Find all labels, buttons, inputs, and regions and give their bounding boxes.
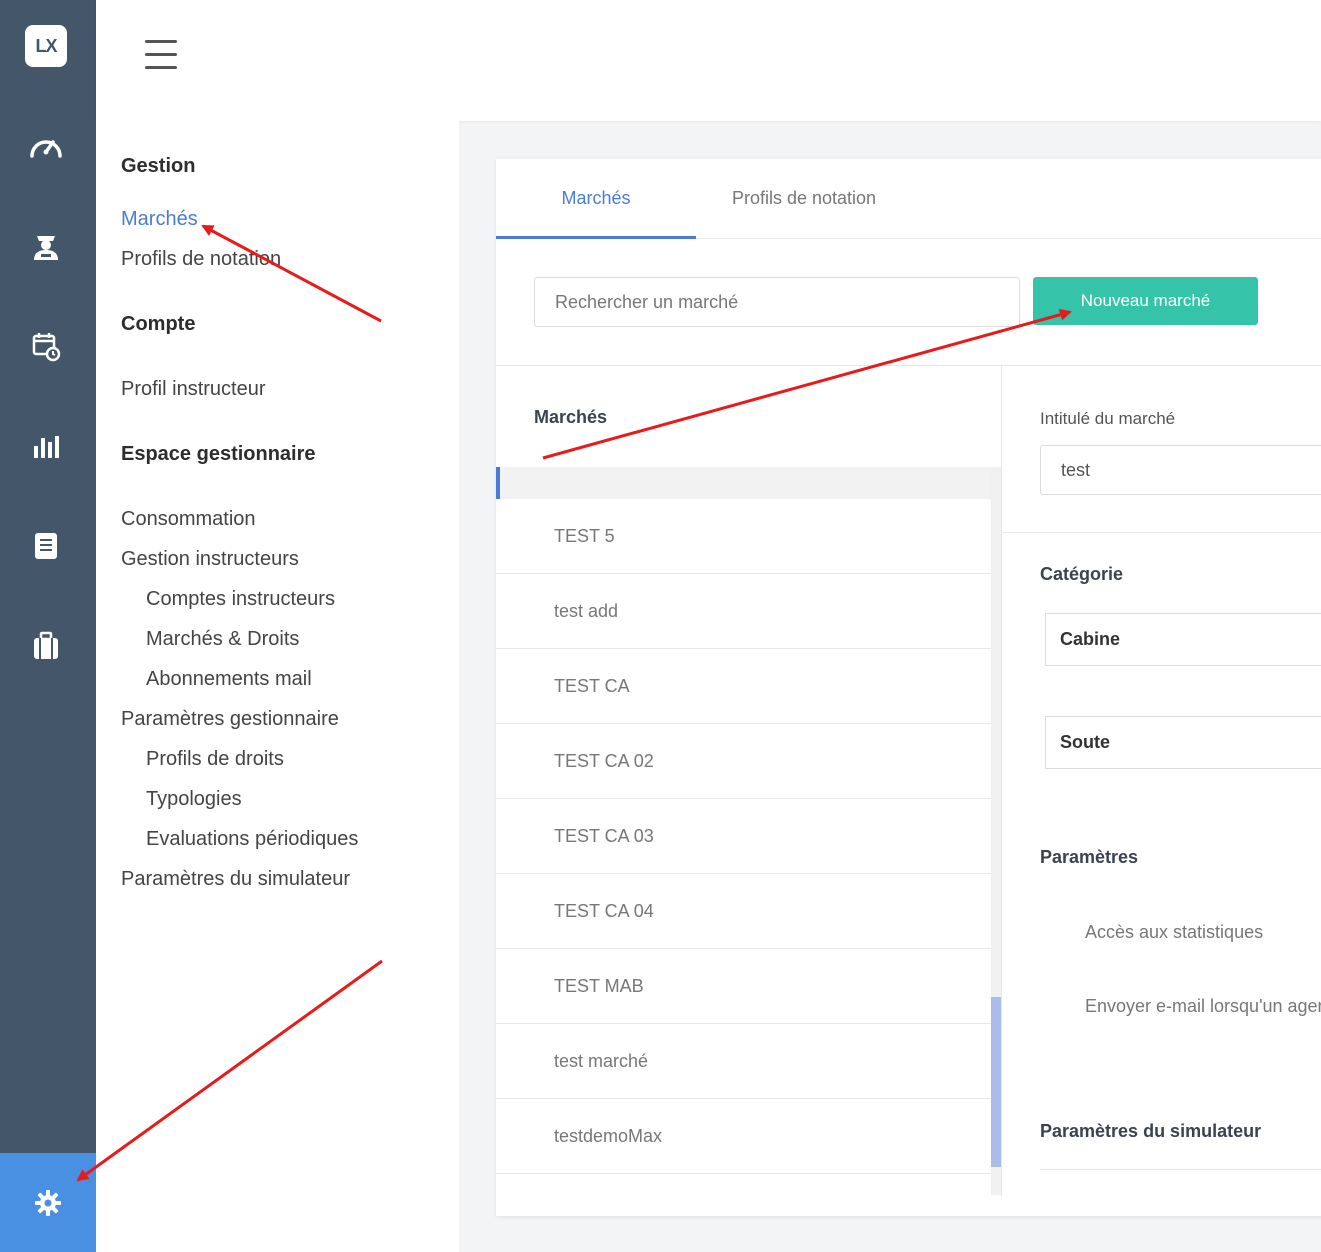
nav-link-gestion-instructeurs[interactable]: Gestion instructeurs — [121, 548, 299, 571]
divider — [1002, 532, 1321, 533]
parameters-heading: Paramètres — [1040, 847, 1139, 867]
icon-rail: LX — [0, 0, 96, 1252]
top-bar — [96, 0, 1321, 121]
list-heading: Marchés — [534, 407, 608, 427]
briefcase-icon[interactable] — [28, 628, 64, 664]
nav-link-parametres-gestionnaire[interactable]: Paramètres gestionnaire — [121, 708, 339, 731]
list-item-selected[interactable] — [496, 467, 991, 499]
new-market-button[interactable]: Nouveau marché — [1033, 277, 1258, 325]
divider — [496, 365, 1321, 366]
tab-bar: Marchés Profils de notation — [496, 159, 1321, 239]
simulator-params-heading: Paramètres du simulateur — [1040, 1121, 1262, 1141]
speedometer-icon[interactable] — [28, 129, 64, 165]
list-item[interactable]: TEST CA 03 — [496, 799, 991, 874]
document-icon[interactable] — [28, 528, 64, 564]
market-name-label: Intitulé du marché — [1040, 409, 1176, 428]
list-item[interactable]: TEST CA — [496, 649, 991, 724]
list-item[interactable]: TEST 5 — [496, 499, 991, 574]
nav-link-evaluations-periodiques[interactable]: Evaluations périodiques — [146, 828, 358, 851]
tab-marches[interactable]: Marchés — [496, 159, 696, 239]
category-heading: Catégorie — [1040, 564, 1124, 584]
tab-profils-notation[interactable]: Profils de notation — [704, 159, 904, 239]
gear-icon — [35, 1189, 61, 1216]
calendar-clock-icon[interactable] — [28, 328, 64, 364]
list-item[interactable]: test add — [496, 574, 991, 649]
nav-section-gestion: Gestion — [121, 155, 196, 177]
nav-link-parametres-simulateur[interactable]: Paramètres du simulateur — [121, 868, 350, 891]
param-statistics-access[interactable]: Accès aux statistiques — [1085, 922, 1263, 943]
search-input[interactable] — [534, 277, 1020, 327]
list-scrollbar-thumb[interactable] — [991, 997, 1001, 1167]
category-cabine[interactable]: Cabine — [1045, 613, 1321, 666]
nav-link-abonnements-mail[interactable]: Abonnements mail — [146, 668, 312, 691]
nav-link-typologies[interactable]: Typologies — [146, 788, 242, 811]
market-list: TEST 5 test add TEST CA TEST CA 02 TEST … — [496, 499, 991, 1174]
bar-chart-icon[interactable] — [28, 428, 64, 464]
param-send-email[interactable]: Envoyer e-mail lorsqu'un agent — [1085, 996, 1321, 1017]
nav-link-marches[interactable]: Marchés — [121, 208, 198, 231]
divider — [1040, 1169, 1321, 1170]
main-card: Marchés Profils de notation Nouveau marc… — [496, 159, 1321, 1216]
list-item[interactable]: TEST CA 04 — [496, 874, 991, 949]
secondary-nav: Gestion Marchés Profils de notation Comp… — [96, 121, 459, 1252]
hamburger-menu-icon[interactable] — [145, 40, 177, 70]
market-name-input[interactable] — [1040, 445, 1321, 495]
nav-link-comptes-instructeurs[interactable]: Comptes instructeurs — [146, 588, 335, 611]
settings-button[interactable] — [0, 1153, 96, 1252]
app-logo[interactable]: LX — [25, 25, 67, 67]
nav-link-profil-instructeur[interactable]: Profil instructeur — [121, 378, 266, 401]
category-soute[interactable]: Soute — [1045, 716, 1321, 769]
panel-divider — [1001, 366, 1002, 1196]
nav-link-profils-droits[interactable]: Profils de droits — [146, 748, 284, 771]
list-item[interactable]: TEST CA 02 — [496, 724, 991, 799]
nav-link-consommation[interactable]: Consommation — [121, 508, 256, 531]
list-item[interactable]: TEST MAB — [496, 949, 991, 1024]
pilot-icon[interactable] — [28, 228, 64, 264]
nav-section-compte: Compte — [121, 313, 196, 335]
list-item[interactable]: testdemoMax — [496, 1099, 991, 1174]
nav-link-profils-notation[interactable]: Profils de notation — [121, 248, 281, 271]
nav-link-marches-droits[interactable]: Marchés & Droits — [146, 628, 299, 651]
list-item[interactable]: test marché — [496, 1024, 991, 1099]
nav-section-espace-gestionnaire: Espace gestionnaire — [121, 443, 316, 465]
